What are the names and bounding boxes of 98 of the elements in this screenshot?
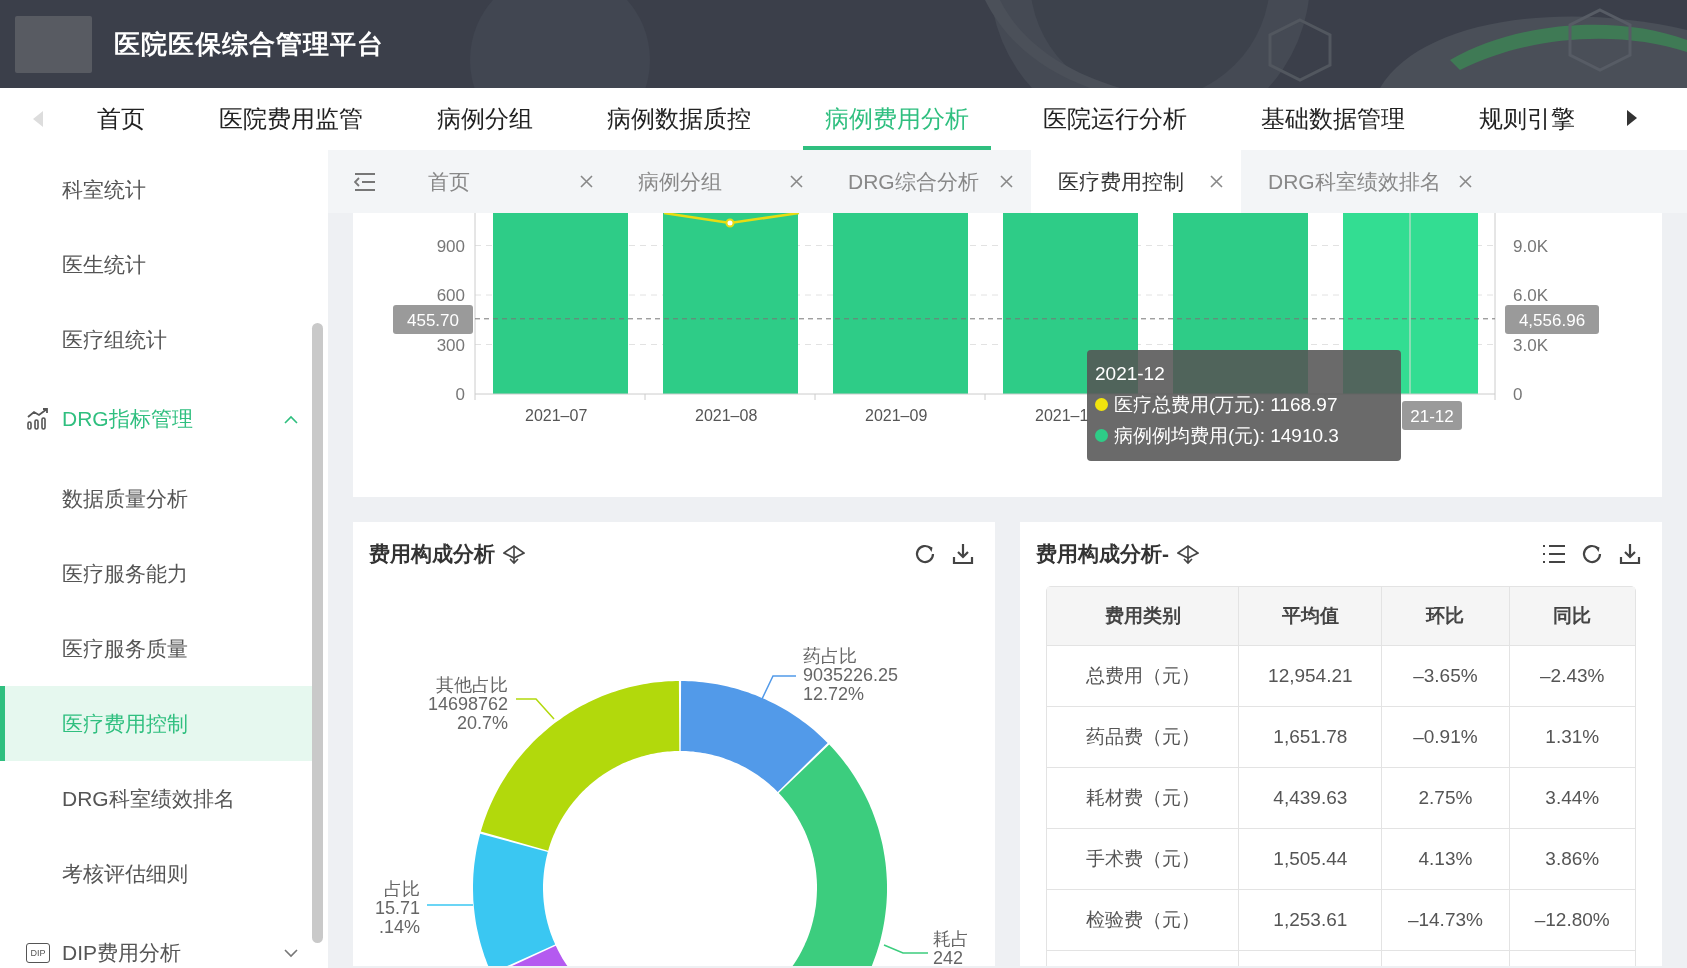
list-icon[interactable] <box>1542 543 1566 565</box>
axis-label: 600 <box>436 286 465 305</box>
slice-label: 14698762 <box>427 694 508 714</box>
scroll-right-icon[interactable] <box>1627 110 1637 126</box>
sidebar-group[interactable]: DIP DIP费用分析 <box>0 911 312 968</box>
close-icon[interactable] <box>580 175 593 188</box>
leader-line <box>426 904 474 906</box>
sidebar-item[interactable]: 医疗服务能力 <box>0 536 312 611</box>
tooltip-item: 病例例均费用(元): 14910.3 <box>1114 424 1339 448</box>
nav-tab[interactable]: 病例分组 <box>415 88 555 150</box>
table-cell: 药品费（元） <box>1047 707 1240 768</box>
slice-label: 15.71 <box>374 898 420 918</box>
logo-icon <box>15 15 92 73</box>
leader-line <box>761 675 797 700</box>
sidebar-item[interactable]: 医疗服务质量 <box>0 611 312 686</box>
slice-label: 占比 <box>384 879 420 899</box>
donut-slice[interactable] <box>778 744 887 966</box>
table-cell: –3.65% <box>1382 646 1510 707</box>
nav-tab[interactable]: 首页 <box>75 88 167 150</box>
nav-tab[interactable]: 医院费用监管 <box>197 88 385 150</box>
table-cell: –12.80% <box>1509 890 1635 951</box>
axis-label: 300 <box>436 335 465 355</box>
slice-label: 242 <box>933 948 964 966</box>
download-icon[interactable] <box>1618 542 1642 566</box>
close-icon[interactable] <box>790 175 803 188</box>
table-cell: –0.91% <box>1382 707 1510 768</box>
panel-title: 费用构成分析- <box>1036 541 1169 567</box>
table-cell: 3.86% <box>1509 829 1635 890</box>
slice-label: 20.7% <box>456 713 508 733</box>
table-cell: 4.13% <box>1382 829 1510 890</box>
slice-label: 9035226.25 <box>803 665 899 685</box>
nav-tab[interactable]: 病例数据质控 <box>585 88 773 150</box>
slice-label: 12.72% <box>803 684 865 704</box>
axis-label: 3.0K <box>1513 335 1548 355</box>
sidebar-item[interactable]: 考核评估细则 <box>0 836 312 911</box>
table-cell: 1.31% <box>1509 707 1635 768</box>
diamond-arrow-icon[interactable] <box>503 543 525 565</box>
column-header: 同比 <box>1509 587 1635 646</box>
tooltip-title: 2021-12 <box>1095 362 1166 386</box>
pointer-label: 455.70 <box>393 305 473 334</box>
axis-label: 0 <box>455 385 465 404</box>
nav-tab[interactable]: 规则引擎 <box>1457 88 1597 150</box>
download-icon[interactable] <box>951 542 975 566</box>
menu-fold-icon[interactable] <box>353 172 376 191</box>
app-title: 医院医保综合管理平台 <box>114 27 384 61</box>
table-cell: 手术费（元） <box>1047 829 1240 890</box>
sidebar-item[interactable]: 医疗组统计 <box>0 302 312 377</box>
pointer-label: 21-12 <box>1402 401 1462 430</box>
scrollbar[interactable] <box>312 323 323 943</box>
sidebar-item[interactable]: 数据质量分析 <box>0 461 312 536</box>
diamond-arrow-icon[interactable] <box>1177 543 1199 565</box>
slice-label: 其他占比 <box>436 675 508 695</box>
sidebar-item[interactable]: DRG科室绩效排名 <box>0 761 312 836</box>
sidebar-item[interactable]: 医生统计 <box>0 227 312 302</box>
axis-label: 2021–07 <box>525 407 588 424</box>
nav-tab[interactable]: 医院运行分析 <box>1021 88 1209 150</box>
panel-title: 费用构成分析 <box>369 541 495 567</box>
donut-slice[interactable] <box>512 945 568 966</box>
table-cell: 4,439.63 <box>1239 768 1383 829</box>
axis-label: 0 <box>1513 385 1523 404</box>
axis-label: 6.0K <box>1513 286 1548 305</box>
close-icon[interactable] <box>1210 175 1223 188</box>
axis-label: 9.0K <box>1513 236 1548 256</box>
page-tab[interactable]: 医疗费用控制 <box>1031 150 1241 213</box>
leader-line <box>883 944 929 954</box>
table-cell: 1,651.78 <box>1239 707 1383 768</box>
table-cell: –14.73% <box>1382 890 1510 951</box>
table-cell: 检验费（元） <box>1047 890 1240 951</box>
slice-label: 耗占 <box>933 929 969 949</box>
line-point[interactable] <box>725 218 735 228</box>
refresh-icon[interactable] <box>1580 542 1604 566</box>
pointer-label: 4,556.96 <box>1505 305 1599 334</box>
table-cell: –2.43% <box>1509 646 1635 707</box>
axis-label: 2021–08 <box>695 407 758 424</box>
table-cell: 3.44% <box>1509 768 1635 829</box>
column-header: 环比 <box>1382 587 1510 646</box>
tooltip-item: 医疗总费用(万元): 1168.97 <box>1114 393 1338 417</box>
axis-label: 900 <box>436 236 465 256</box>
donut-slice[interactable] <box>473 833 556 966</box>
bar-chart-icon <box>26 408 50 430</box>
axis-label: 2021–09 <box>865 407 928 424</box>
slice-label: .14% <box>378 917 420 937</box>
badge-icon: DIP <box>26 943 50 963</box>
nav-tab[interactable]: 基础数据管理 <box>1239 88 1427 150</box>
close-icon[interactable] <box>1000 175 1013 188</box>
close-icon[interactable] <box>1458 175 1472 188</box>
table-cell: 1,505.44 <box>1239 829 1383 890</box>
column-header: 费用类别 <box>1047 587 1240 646</box>
table-cell: 1,253.61 <box>1239 890 1383 951</box>
refresh-icon[interactable] <box>913 542 937 566</box>
leader-line <box>515 698 555 720</box>
table-cell: 耗材费（元） <box>1047 768 1240 829</box>
sidebar-item[interactable]: 科室统计 <box>0 152 312 227</box>
slice-label: 药占比 <box>803 646 857 666</box>
table-cell: 2.75% <box>1382 768 1510 829</box>
column-header: 平均值 <box>1239 587 1383 646</box>
table-cell: 总费用（元） <box>1047 646 1240 707</box>
table-cell: 12,954.21 <box>1239 646 1383 707</box>
